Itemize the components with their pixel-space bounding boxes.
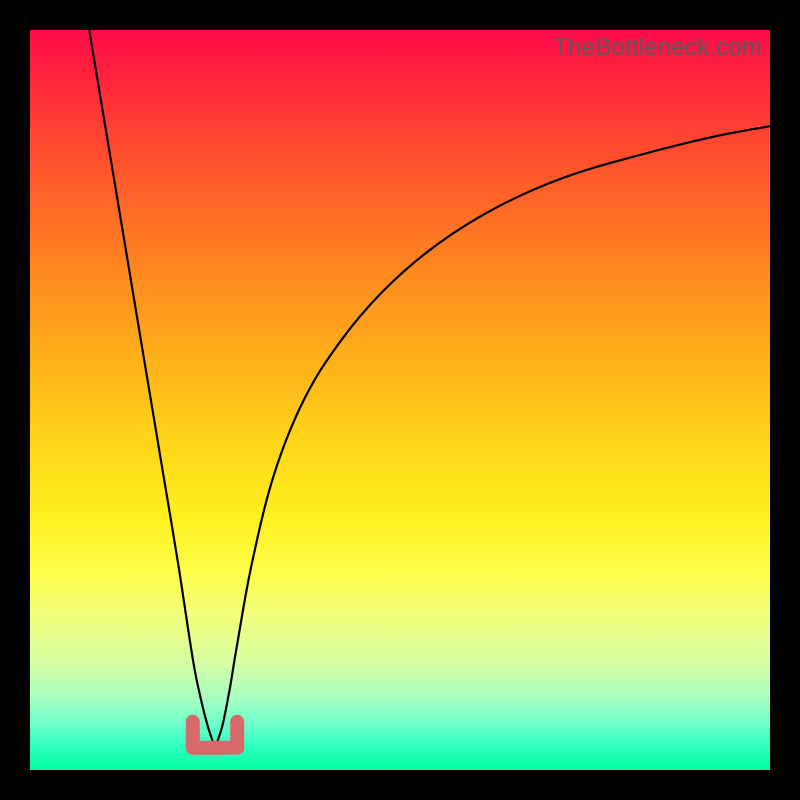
min-bracket bbox=[193, 722, 237, 748]
curve-left bbox=[89, 30, 215, 748]
chart-frame: TheBottleneck.com bbox=[0, 0, 800, 800]
plot-area: TheBottleneck.com bbox=[30, 30, 770, 770]
curve-right bbox=[215, 126, 770, 748]
chart-svg bbox=[30, 30, 770, 770]
